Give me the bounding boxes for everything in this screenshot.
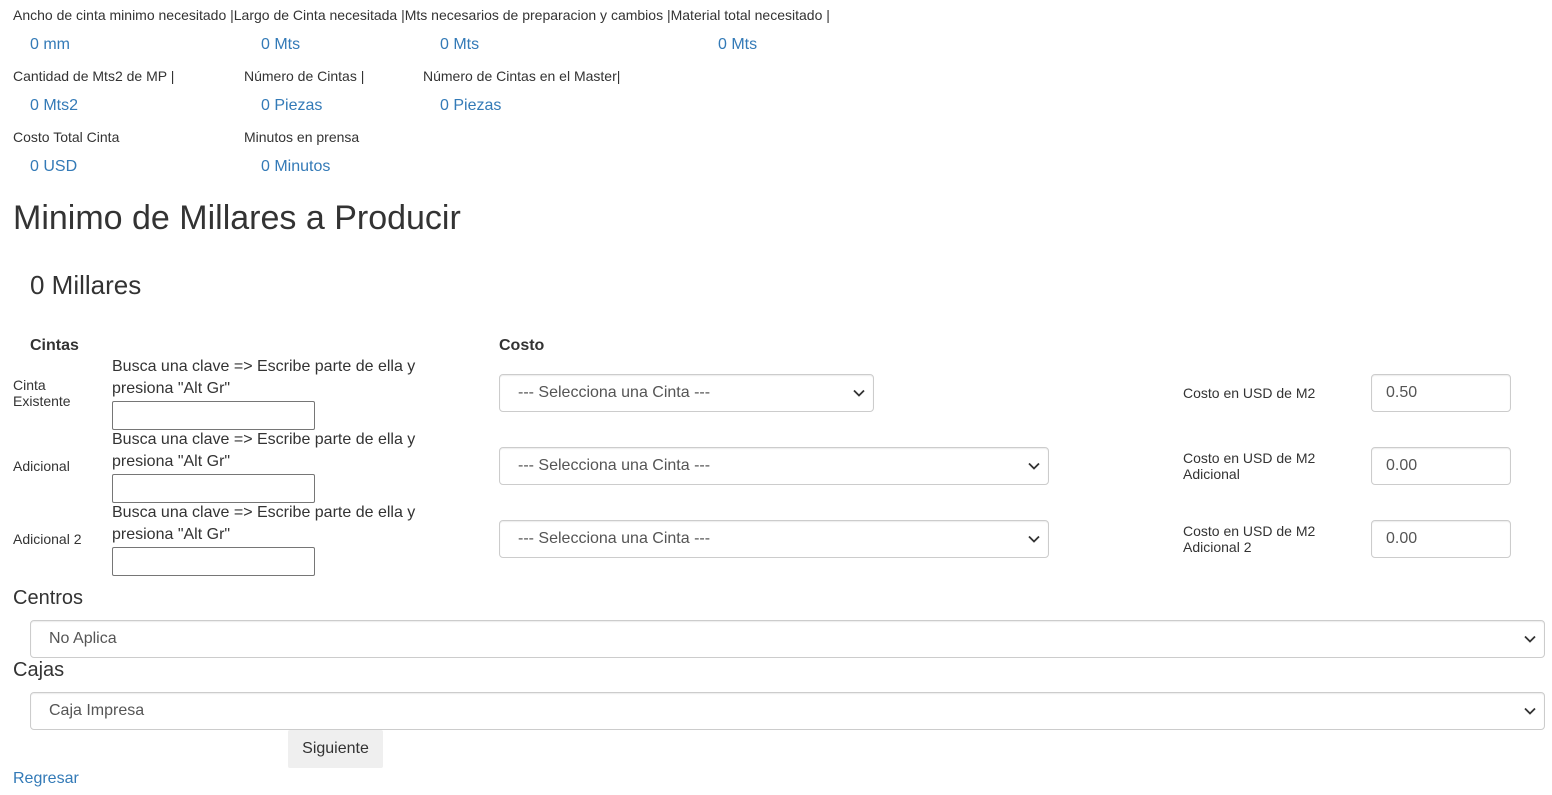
cajas-label: Cajas	[13, 659, 65, 681]
cost-input-existing[interactable]: 0.50	[1371, 374, 1511, 412]
tape-count-label: Número de Cintas |	[244, 68, 365, 84]
next-button[interactable]: Siguiente	[288, 730, 383, 768]
mp-m2-value: 0 Mts2	[30, 97, 79, 114]
back-link[interactable]: Regresar	[13, 770, 79, 788]
min-millares-value: 0 Millares	[30, 270, 142, 300]
tape-search-input-existing[interactable]	[112, 401, 315, 430]
tape-search-hint: Busca una clave => Escribe parte de ella…	[112, 504, 416, 543]
master-tape-count-value: 0 Piezas	[440, 97, 502, 114]
tape-row-label-additional-2: Adicional 2	[13, 531, 82, 547]
tape-select-value: --- Selecciona una Cinta ---	[518, 384, 711, 401]
chevron-down-icon	[1028, 535, 1040, 543]
chevron-down-icon	[1524, 635, 1536, 643]
chevron-down-icon	[853, 389, 865, 397]
tape-row-label-existing: Cinta Existente	[13, 377, 71, 409]
cost-label-additional-2: Costo en USD de M2 Adicional 2	[1183, 523, 1316, 555]
centros-label: Centros	[13, 587, 84, 609]
mp-m2-label: Cantidad de Mts2 de MP |	[13, 68, 175, 84]
cost-label-existing: Costo en USD de M2	[1183, 385, 1316, 401]
cintas-column-header: Cintas	[30, 337, 79, 354]
cost-label-additional: Costo en USD de M2 Adicional	[1183, 450, 1316, 482]
cajas-select[interactable]: Caja Impresa	[30, 692, 1545, 730]
min-tape-width-value: 0 mm	[30, 36, 70, 53]
tape-search-input-additional[interactable]	[112, 474, 315, 503]
tape-count-value: 0 Piezas	[261, 97, 323, 114]
tape-select-existing[interactable]: --- Selecciona una Cinta ---	[499, 374, 874, 412]
tape-search-input-additional-2[interactable]	[112, 547, 315, 576]
page-title: Minimo de Millares a Producir	[13, 199, 461, 237]
centros-select[interactable]: No Aplica	[30, 620, 1545, 658]
master-tape-count-label: Número de Cintas en el Master|	[423, 68, 621, 84]
tape-select-value: --- Selecciona una Cinta ---	[518, 530, 711, 547]
cost-input-additional[interactable]: 0.00	[1371, 447, 1511, 485]
total-tape-cost-value: 0 USD	[30, 158, 78, 175]
summary-header-row1: Ancho de cinta minimo necesitado |Largo …	[13, 7, 830, 23]
press-minutes-label: Minutos en prensa	[244, 129, 360, 145]
tape-length-value: 0 Mts	[261, 36, 301, 53]
chevron-down-icon	[1028, 462, 1040, 470]
cost-input-additional-2[interactable]: 0.00	[1371, 520, 1511, 558]
tape-search-hint: Busca una clave => Escribe parte de ella…	[112, 358, 416, 397]
centros-select-value: No Aplica	[49, 630, 117, 647]
tape-select-additional-2[interactable]: --- Selecciona una Cinta ---	[499, 520, 1049, 558]
total-tape-cost-label: Costo Total Cinta	[13, 129, 120, 145]
tape-select-value: --- Selecciona una Cinta ---	[518, 457, 711, 474]
cajas-select-value: Caja Impresa	[49, 702, 145, 719]
prep-meters-value: 0 Mts	[440, 36, 480, 53]
tape-row-label-additional: Adicional	[13, 458, 70, 474]
total-material-value: 0 Mts	[718, 36, 758, 53]
tape-select-additional[interactable]: --- Selecciona una Cinta ---	[499, 447, 1049, 485]
press-minutes-value: 0 Minutos	[261, 158, 331, 175]
tape-search-hint: Busca una clave => Escribe parte de ella…	[112, 431, 416, 470]
costo-column-header: Costo	[499, 337, 545, 354]
chevron-down-icon	[1524, 707, 1536, 715]
